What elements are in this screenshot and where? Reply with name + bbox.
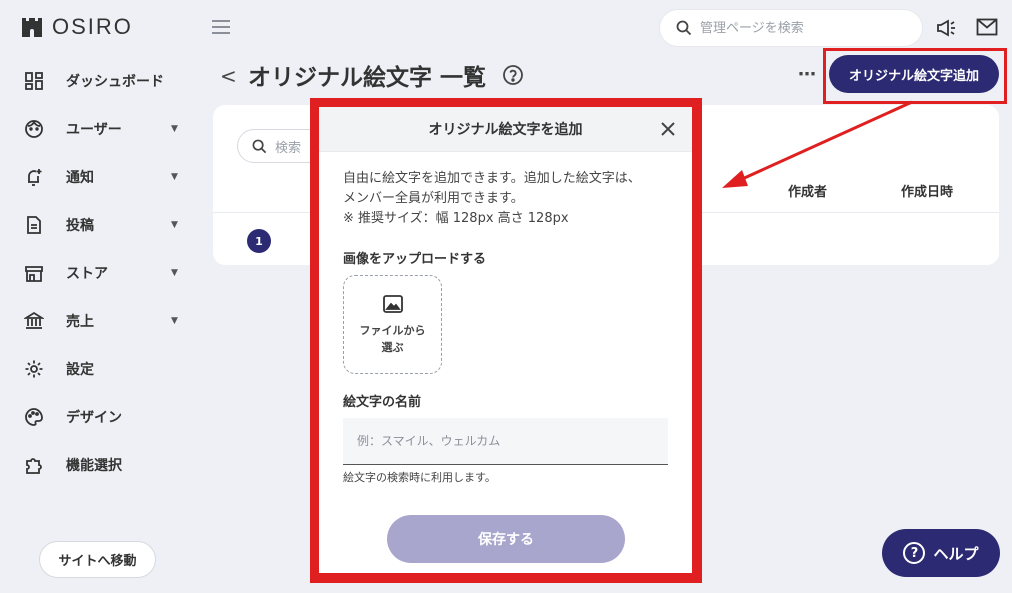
sidebar-nav: ダッシュボード ユーザー ▼ 通知 ▼ 投稿 ▼ ストア ▼ 売上 ▼ 設定 デ… bbox=[0, 57, 200, 489]
chevron-down-icon: ▼ bbox=[171, 124, 178, 134]
sidebar-item-label: 売上 bbox=[66, 314, 94, 330]
name-hint: 絵文字の検索時に利用します。 bbox=[343, 471, 496, 484]
store-icon bbox=[23, 262, 45, 284]
sidebar-item-label: ストア bbox=[66, 266, 108, 282]
sidebar-item-notifications[interactable]: 通知 ▼ bbox=[0, 153, 200, 201]
logo[interactable]: OSIRO bbox=[20, 14, 133, 40]
sidebar-item-dashboard[interactable]: ダッシュボード bbox=[0, 57, 200, 105]
palette-icon bbox=[23, 406, 45, 428]
menu-toggle-icon[interactable] bbox=[212, 20, 230, 36]
recommended-size: ※ 推奨サイズ：幅 128px 高さ 128px bbox=[343, 211, 569, 226]
close-icon[interactable] bbox=[658, 119, 678, 139]
admin-search-input[interactable] bbox=[700, 20, 900, 36]
gear-icon bbox=[23, 358, 45, 380]
bank-icon bbox=[23, 310, 45, 332]
chevron-down-icon: ▼ bbox=[171, 220, 178, 230]
megaphone-icon[interactable] bbox=[936, 18, 958, 38]
search-icon bbox=[676, 20, 692, 36]
upload-label: 画像をアップロードする bbox=[343, 252, 487, 267]
sidebar-item-users[interactable]: ユーザー ▼ bbox=[0, 105, 200, 153]
puzzle-icon bbox=[23, 454, 45, 476]
sidebar-item-settings[interactable]: 設定 bbox=[0, 345, 200, 393]
emoji-name-field[interactable] bbox=[343, 418, 668, 465]
name-label: 絵文字の名前 bbox=[343, 395, 422, 410]
pagination-page[interactable]: 1 bbox=[247, 229, 271, 253]
sidebar-item-posts[interactable]: 投稿 ▼ bbox=[0, 201, 200, 249]
chevron-down-icon: ▼ bbox=[171, 316, 178, 326]
chevron-down-icon: ▼ bbox=[171, 268, 178, 278]
sidebar-item-label: 投稿 bbox=[66, 218, 94, 234]
back-arrow-icon[interactable]: < bbox=[220, 64, 237, 88]
column-header-created-at[interactable]: 作成日時 bbox=[901, 181, 953, 200]
modal-title: オリジナル絵文字を追加 bbox=[428, 122, 583, 138]
question-circle-icon: ? bbox=[903, 542, 926, 564]
description-line: メンバー全員が利用できます。 bbox=[343, 191, 524, 206]
description-line: 自由に絵文字を追加できます。追加した絵文字は、 bbox=[343, 171, 641, 186]
sidebar-item-label: デザイン bbox=[66, 410, 122, 426]
help-button[interactable]: ? ヘルプ bbox=[882, 529, 1000, 577]
file-upload-label: ファイルから選ぶ bbox=[359, 323, 426, 354]
mail-icon[interactable] bbox=[976, 18, 998, 36]
list-search-placeholder: 検索 bbox=[275, 140, 302, 156]
more-options-icon[interactable]: ⋯ bbox=[798, 64, 817, 85]
brand-name: OSIRO bbox=[52, 14, 133, 39]
column-header-creator[interactable]: 作成者 bbox=[788, 181, 827, 200]
dashboard-icon bbox=[23, 70, 45, 92]
file-upload-button[interactable]: ファイルから選ぶ bbox=[343, 275, 442, 374]
go-to-site-button[interactable]: サイトへ移動 bbox=[39, 541, 156, 578]
sidebar-item-label: ダッシュボード bbox=[66, 74, 164, 90]
sidebar-item-label: 通知 bbox=[66, 170, 94, 186]
sidebar-item-sales[interactable]: 売上 ▼ bbox=[0, 297, 200, 345]
sidebar-item-design[interactable]: デザイン bbox=[0, 393, 200, 441]
save-button[interactable]: 保存する bbox=[387, 515, 625, 563]
add-emoji-button[interactable]: オリジナル絵文字追加 bbox=[829, 55, 999, 93]
document-icon bbox=[23, 214, 45, 236]
sidebar-item-features[interactable]: 機能選択 bbox=[0, 441, 200, 489]
sidebar-item-store[interactable]: ストア ▼ bbox=[0, 249, 200, 297]
question-circle-icon[interactable] bbox=[502, 64, 524, 86]
add-emoji-modal: オリジナル絵文字を追加 自由に絵文字を追加できます。追加した絵文字は、 メンバー… bbox=[319, 107, 692, 573]
image-icon bbox=[382, 294, 403, 313]
sidebar-item-label: ユーザー bbox=[66, 122, 122, 138]
search-icon bbox=[252, 139, 267, 153]
bell-plus-icon bbox=[23, 166, 45, 188]
castle-logo-icon bbox=[22, 18, 42, 37]
admin-search[interactable] bbox=[660, 10, 922, 46]
sidebar-item-label: 設定 bbox=[66, 362, 94, 378]
page-title: オリジナル絵文字 一覧 bbox=[248, 65, 487, 91]
modal-description: 自由に絵文字を追加できます。追加した絵文字は、 メンバー全員が利用できます。 ※… bbox=[343, 169, 641, 229]
sidebar-item-label: 機能選択 bbox=[66, 458, 122, 474]
user-face-icon bbox=[23, 118, 45, 140]
chevron-down-icon: ▼ bbox=[171, 172, 178, 182]
help-button-label: ヘルプ bbox=[933, 544, 979, 563]
sidebar: OSIRO ダッシュボード ユーザー ▼ 通知 ▼ 投稿 ▼ ストア ▼ 売上 … bbox=[0, 0, 200, 593]
modal-header: オリジナル絵文字を追加 bbox=[319, 107, 692, 152]
